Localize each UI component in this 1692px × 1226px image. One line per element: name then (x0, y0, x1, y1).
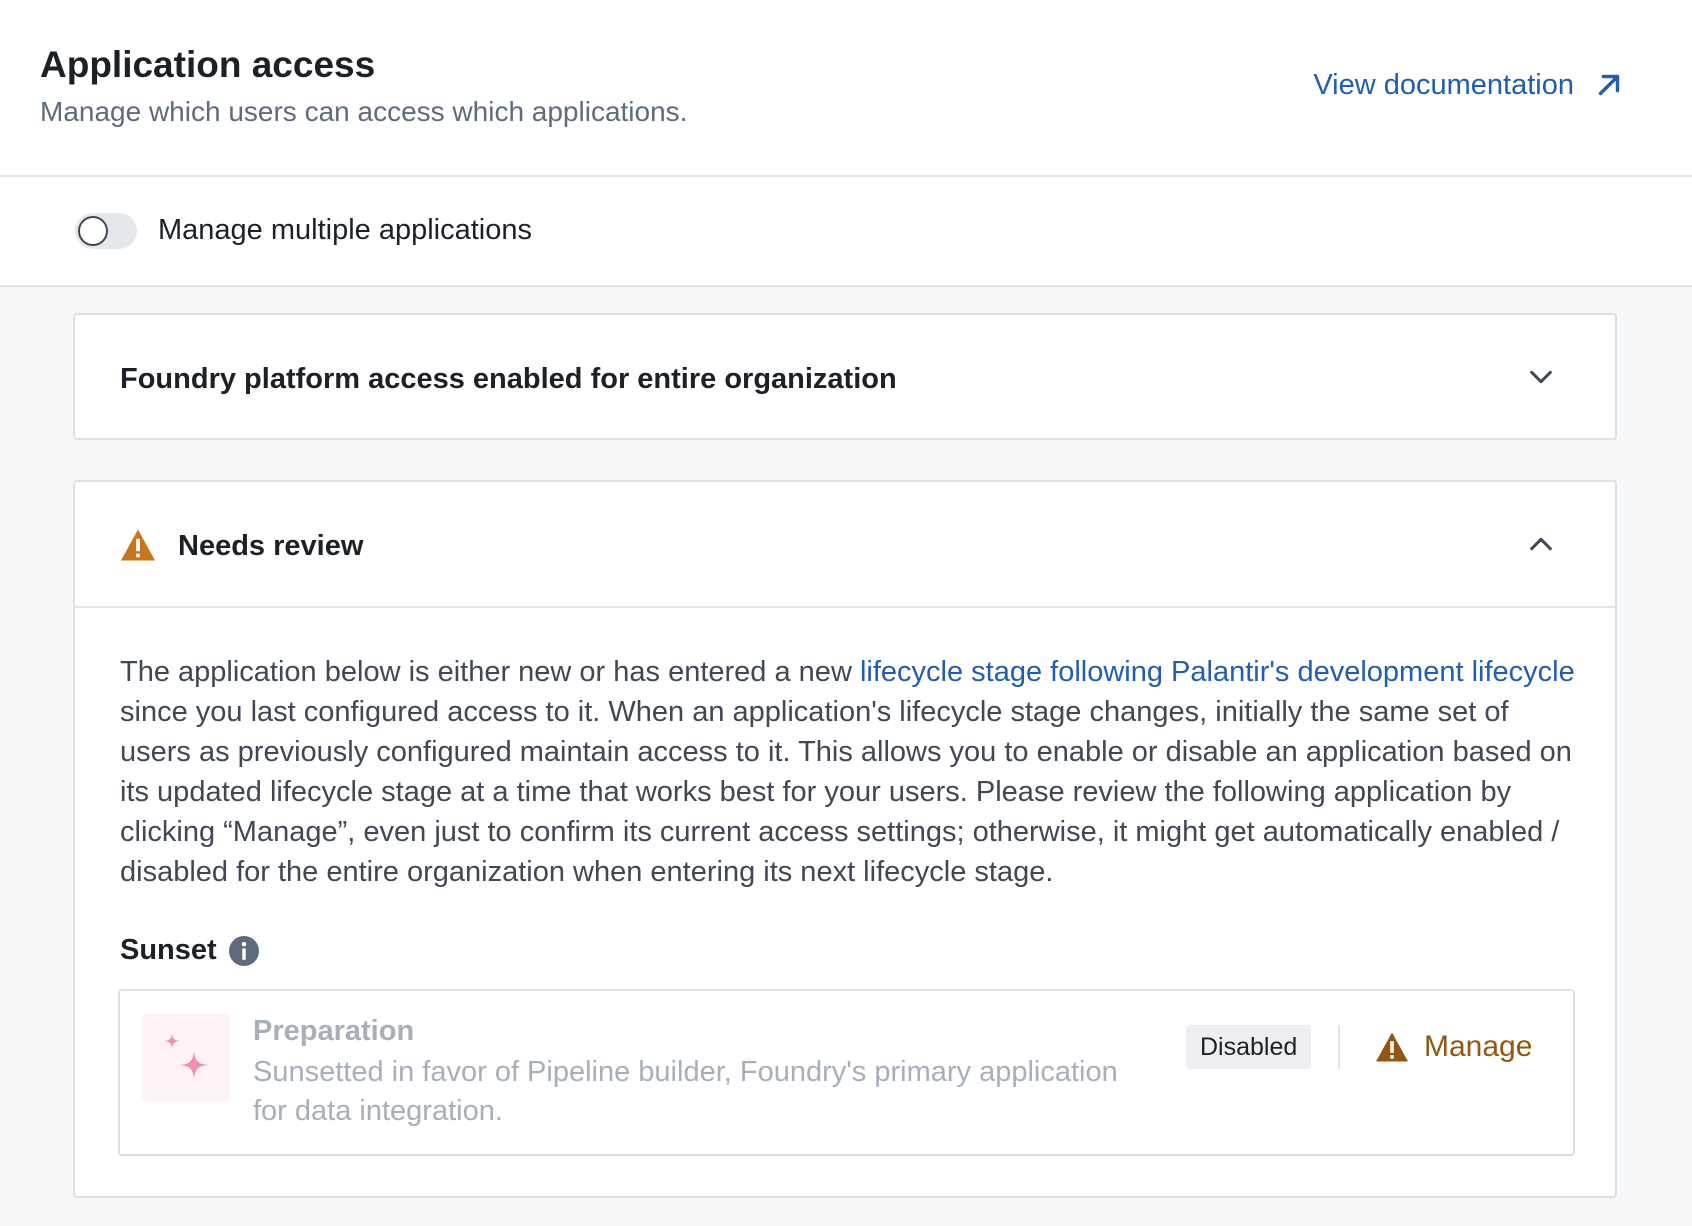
application-description: Sunsetted in favor of Pipeline builder, … (253, 1056, 1118, 1127)
toggle-bar: Manage multiple applications (0, 177, 1692, 287)
description-text-after: since you last configured access to it. … (120, 696, 1572, 888)
view-documentation-label: View documentation (1313, 68, 1574, 101)
page-title: Application access (40, 44, 376, 85)
application-row: Preparation Sunsetted in favor of Pipeli… (118, 989, 1575, 1156)
platform-access-card[interactable]: Foundry platform access enabled for enti… (73, 313, 1617, 440)
chevron-down-icon[interactable] (1527, 363, 1555, 391)
page-subtitle: Manage which users can access which appl… (40, 96, 688, 127)
review-description: The application below is either new or h… (120, 652, 1575, 892)
manage-button-label: Manage (1424, 1030, 1533, 1063)
needs-review-title: Needs review (178, 530, 364, 562)
description-text-before: The application below is either new or h… (120, 656, 860, 688)
chevron-up-icon[interactable] (1527, 530, 1555, 558)
external-link-icon (1598, 74, 1620, 96)
status-badge: Disabled (1186, 1025, 1312, 1069)
warning-icon (121, 529, 155, 561)
manage-multiple-label: Manage multiple applications (158, 214, 532, 246)
application-name: Preparation (253, 1015, 415, 1047)
manage-button[interactable]: Manage (1374, 1021, 1532, 1073)
page-header: Application access Manage which users ca… (0, 0, 1692, 177)
sunset-label-text: Sunset (120, 934, 217, 966)
application-logo (142, 1013, 230, 1101)
info-icon[interactable] (228, 935, 259, 966)
needs-review-header[interactable]: Needs review (75, 482, 1615, 608)
row-divider (1338, 1025, 1340, 1069)
lifecycle-link[interactable]: lifecycle stage following Palantir's dev… (860, 656, 1575, 688)
sunset-section-label: Sunset (120, 934, 259, 967)
sparkle-icon (164, 1033, 208, 1079)
warning-icon (1376, 1032, 1408, 1062)
manage-multiple-switch[interactable] (75, 213, 137, 249)
view-documentation-link[interactable]: View documentation (1313, 68, 1626, 102)
platform-access-title: Foundry platform access enabled for enti… (120, 363, 897, 395)
needs-review-card: Needs review The application below is ei… (73, 480, 1617, 1198)
switch-knob (78, 216, 108, 246)
